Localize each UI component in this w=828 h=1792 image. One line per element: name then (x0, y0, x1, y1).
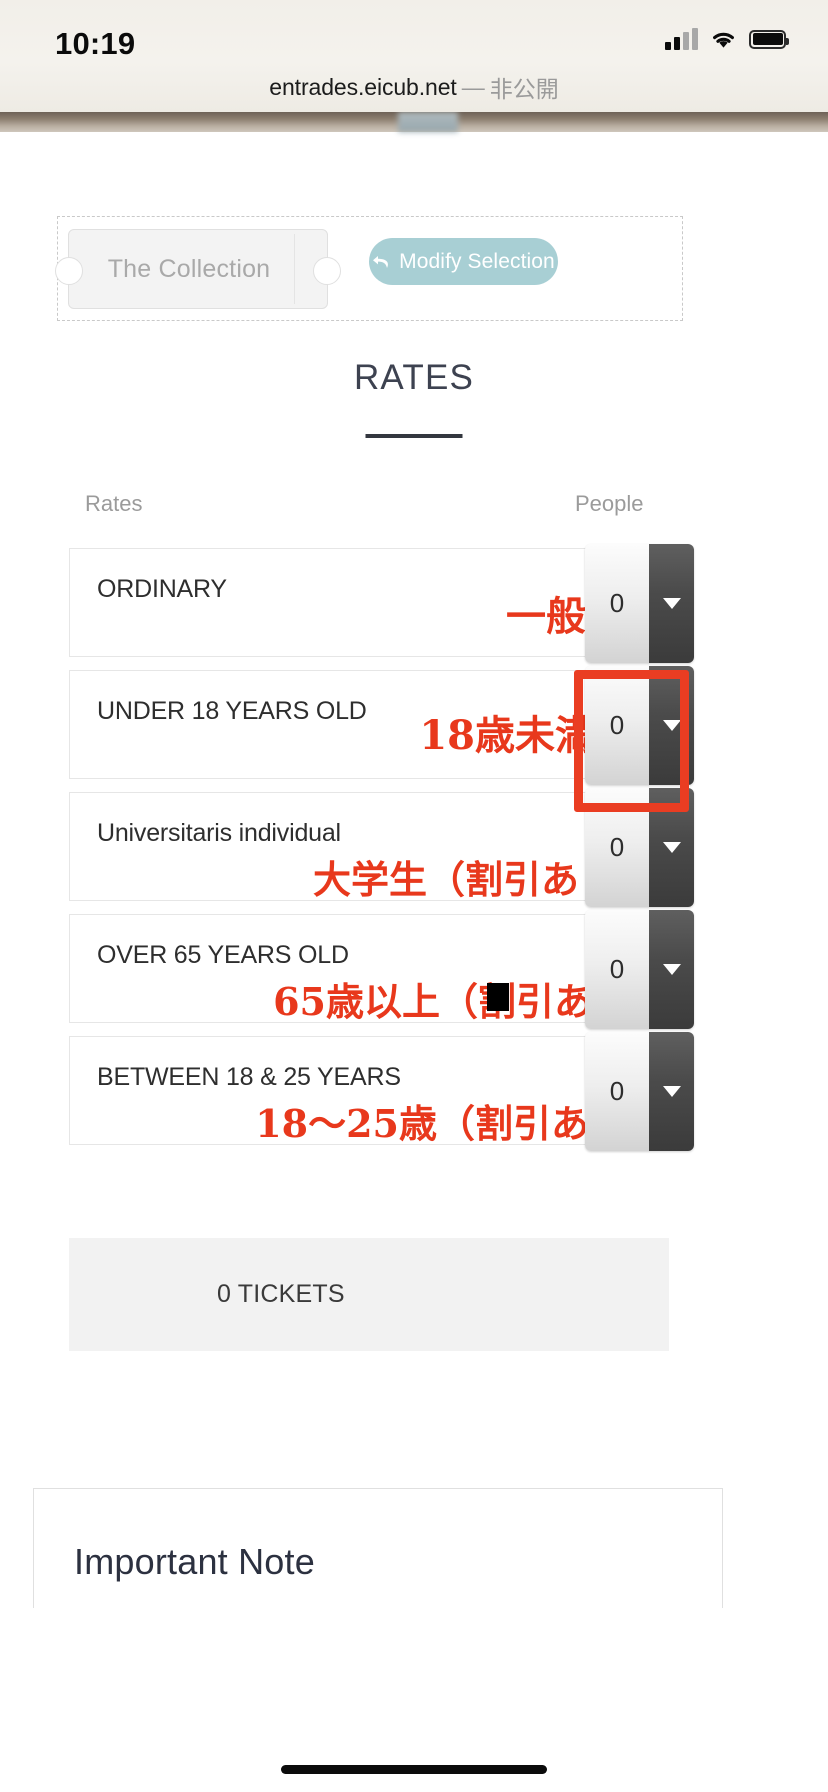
important-note-card: Important Note (33, 1488, 723, 1608)
column-header-rates: Rates (85, 491, 143, 516)
important-note-title: Important Note (74, 1541, 315, 1582)
ticket-perforation (294, 234, 295, 304)
selection-zone: The Collection Modify Selection (55, 216, 683, 321)
status-bar-indicators (665, 28, 789, 50)
chevron-down-icon[interactable] (649, 788, 694, 907)
rate-name: ORDINARY (97, 575, 227, 603)
table-row: Universitaris individual 大学生（割引あり） 0 (69, 788, 694, 907)
chevron-down-icon[interactable] (649, 666, 694, 785)
table-row: OVER 65 YEARS OLD 65歳以上（割引あり） 0 (69, 910, 694, 1029)
cellular-signal-icon (665, 28, 698, 50)
people-quantity-value: 0 (585, 544, 649, 663)
rate-name: Universitaris individual (97, 819, 341, 847)
people-quantity-select[interactable]: 0 (585, 910, 694, 1029)
table-row: ORDINARY 一般 0 (69, 544, 694, 663)
private-browsing-label: 非公開 (489, 76, 559, 102)
modify-selection-label: Modify Selection (399, 249, 555, 273)
browser-chrome: 10:19 entrades.eicub.net — 非公開 (0, 0, 828, 112)
chevron-down-icon[interactable] (649, 1032, 694, 1151)
selected-ticket-chip: The Collection (55, 229, 341, 309)
rate-name: UNDER 18 YEARS OLD (97, 697, 367, 725)
battery-icon (749, 29, 789, 49)
page-content: The Collection Modify Selection RATES Ra… (0, 132, 828, 1792)
hero-image-strip (0, 112, 828, 132)
rate-annotation: 18歳未満 (419, 712, 595, 759)
rates-list: ORDINARY 一般 0 UNDER 18 YEARS OLD 18歳未満 0… (69, 544, 694, 1158)
title-underline (365, 434, 463, 438)
people-quantity-select[interactable]: 0 (585, 666, 694, 785)
table-row: BETWEEN 18 & 25 YEARS 18〜25歳（割引あり） 0 (69, 1032, 694, 1151)
rate-annotation: 一般 (506, 593, 586, 640)
chevron-down-icon[interactable] (649, 544, 694, 663)
page-title: RATES (353, 358, 475, 397)
people-quantity-value: 0 (585, 788, 649, 907)
rate-name: OVER 65 YEARS OLD (97, 941, 349, 969)
address-bar-separator: — (461, 73, 485, 100)
status-bar: 10:19 (0, 0, 828, 62)
people-quantity-value: 0 (585, 910, 649, 1029)
people-quantity-select[interactable]: 0 (585, 544, 694, 663)
tickets-summary-bar: 0 TICKETS (69, 1238, 669, 1351)
selected-ticket-label: The Collection (107, 254, 271, 283)
tickets-count-label: 0 TICKETS (217, 1280, 345, 1308)
cursor-artifact (487, 983, 509, 1011)
address-bar[interactable]: entrades.eicub.net — 非公開 (0, 62, 828, 112)
rate-name: BETWEEN 18 & 25 YEARS (97, 1063, 401, 1091)
column-header-people: People (575, 491, 644, 516)
people-quantity-select[interactable]: 0 (585, 788, 694, 907)
status-bar-time: 10:19 (55, 26, 136, 61)
wifi-icon (710, 29, 737, 49)
undo-arrow-icon (372, 253, 392, 271)
modify-selection-button[interactable]: Modify Selection (369, 238, 558, 285)
address-bar-domain: entrades.eicub.net (269, 73, 457, 100)
chevron-down-icon[interactable] (649, 910, 694, 1029)
table-row: UNDER 18 YEARS OLD 18歳未満 0 (69, 666, 694, 785)
home-indicator[interactable] (281, 1765, 547, 1774)
people-quantity-select[interactable]: 0 (585, 1032, 694, 1151)
people-quantity-value: 0 (585, 666, 649, 785)
people-quantity-value: 0 (585, 1032, 649, 1151)
